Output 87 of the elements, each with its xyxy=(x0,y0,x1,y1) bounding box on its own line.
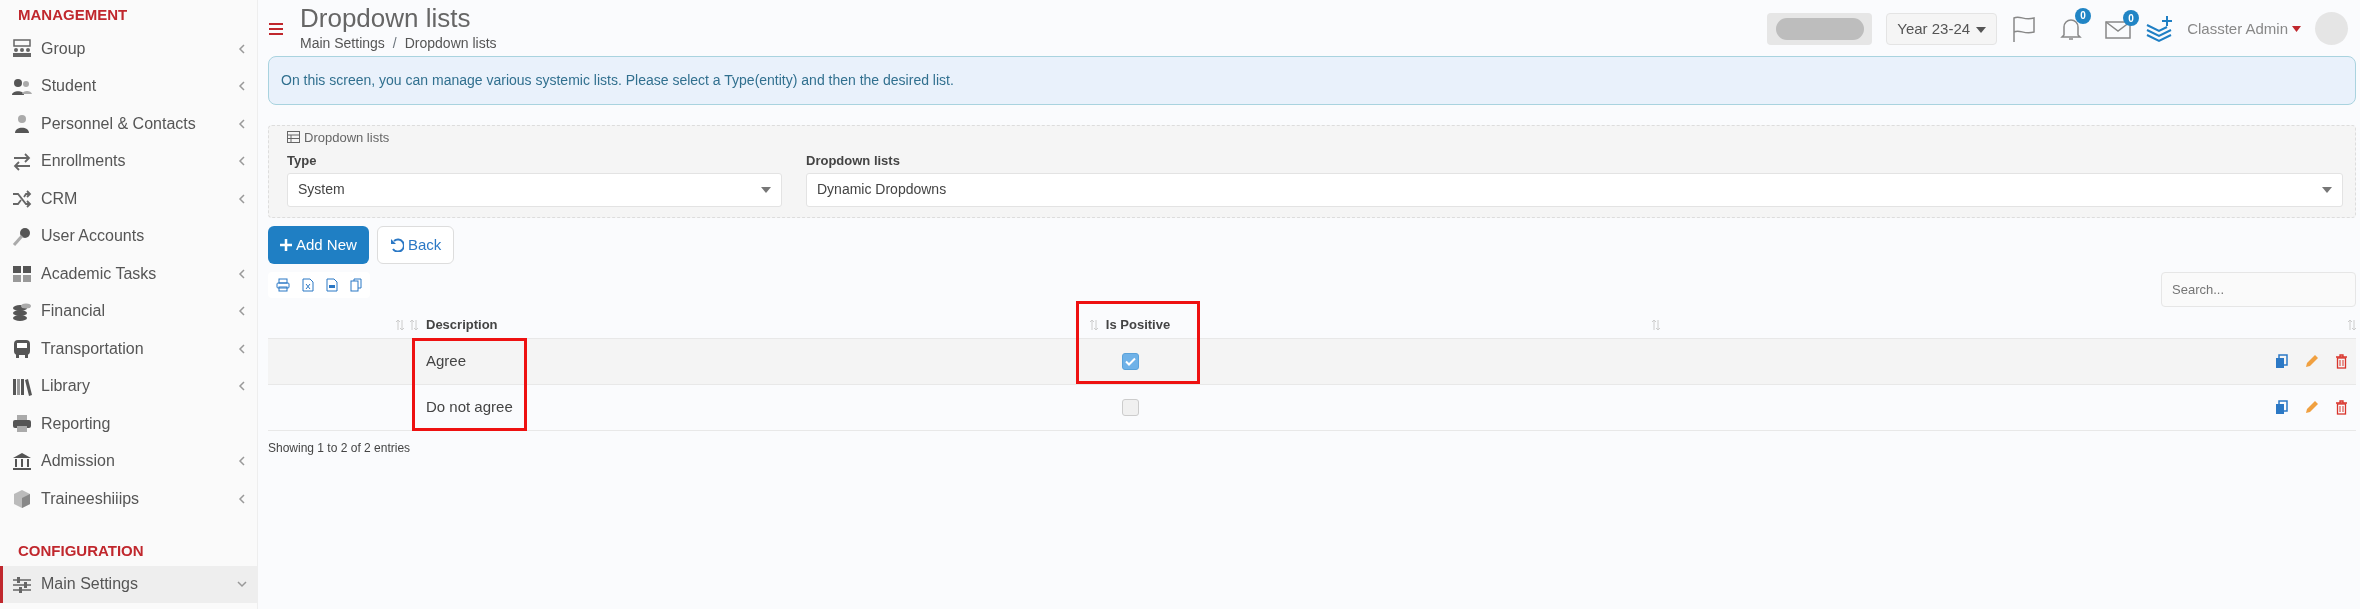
back-button[interactable]: Back xyxy=(376,225,455,265)
field-label: Dropdown lists xyxy=(806,152,901,171)
grid-icon xyxy=(11,263,33,285)
search-field[interactable]: Search... xyxy=(2161,272,2356,308)
breadcrumb-separator: / xyxy=(392,33,397,53)
sidebar-item[interactable]: Financial xyxy=(0,292,257,330)
table-cell-text: Do not agree xyxy=(426,397,513,418)
chevron-icon[interactable] xyxy=(237,81,247,92)
user-name[interactable]: Classter Admin xyxy=(2187,17,2288,41)
chevron-icon[interactable] xyxy=(237,579,247,590)
table-icon xyxy=(287,131,300,144)
chevron-icon[interactable] xyxy=(237,193,247,204)
sidebar-item[interactable]: Library xyxy=(0,367,257,405)
sort-icon[interactable] xyxy=(410,319,418,330)
year-dropdown[interactable]: Year 23-24 xyxy=(1886,12,1998,46)
chevron-icon[interactable] xyxy=(237,118,247,129)
checkbox[interactable] xyxy=(1121,353,1139,371)
sidebar-item[interactable]: Enrollments xyxy=(0,142,257,180)
select-field[interactable]: Dynamic Dropdowns xyxy=(806,172,2343,207)
select-field[interactable]: System xyxy=(287,172,782,207)
notification-count: 0 xyxy=(2075,7,2092,24)
bus-icon xyxy=(11,338,33,360)
sort-icon[interactable] xyxy=(2348,319,2356,330)
cube-icon xyxy=(11,488,33,510)
info-alert: On this screen, you can manage various systemic lists. Please select a Type(entity) and then the desired list. xyxy=(268,55,2356,105)
field-label: Type xyxy=(287,152,318,171)
printer-icon[interactable] xyxy=(276,278,290,293)
menu-icon[interactable] xyxy=(268,21,284,36)
message-count: 0 xyxy=(2123,10,2140,27)
key-icon xyxy=(11,225,33,247)
sidebar-item[interactable]: Personnel & Contacts xyxy=(0,105,257,143)
breadcrumb-item: Dropdown lists xyxy=(404,33,497,53)
entries-info: Showing 1 to 2 of 2 entries xyxy=(268,440,412,458)
sort-icon[interactable] xyxy=(396,319,404,330)
shuffle-icon xyxy=(11,188,33,210)
chevron-icon[interactable] xyxy=(237,43,247,54)
chevron-icon[interactable] xyxy=(237,493,247,504)
trash-icon[interactable] xyxy=(2335,354,2348,370)
check-icon xyxy=(1124,357,1136,367)
chevron-icon[interactable] xyxy=(237,306,247,317)
chevron-icon[interactable] xyxy=(237,156,247,167)
panel-legend: Dropdown lists xyxy=(304,127,390,148)
undo-icon xyxy=(389,237,404,252)
sidebar-item[interactable]: Admission xyxy=(0,442,257,480)
sidebar-item[interactable]: Main Settings xyxy=(0,565,257,603)
chevron-icon[interactable] xyxy=(237,381,247,392)
sidebar-item[interactable]: Transportation xyxy=(0,330,257,368)
caret-icon xyxy=(1976,26,1987,33)
copy-icon[interactable] xyxy=(2275,400,2288,416)
sidebar-item[interactable]: Group xyxy=(0,30,257,68)
spreadsheet-file-icon[interactable] xyxy=(302,278,314,293)
plus-icon xyxy=(280,238,292,251)
sort-icon[interactable] xyxy=(1089,319,1098,330)
pencil-icon[interactable] xyxy=(2304,354,2319,370)
table-cell-text: Agree xyxy=(426,351,467,372)
chevron-icon[interactable] xyxy=(237,456,247,467)
flag-icon[interactable] xyxy=(2011,14,2038,43)
column-header[interactable]: Is Positive xyxy=(1105,314,1171,335)
sidebar-item[interactable]: User Accounts xyxy=(0,217,257,255)
pencil-icon[interactable] xyxy=(2304,400,2319,416)
section-title: MANAGEMENT xyxy=(17,5,129,25)
add-new-button[interactable]: Add New xyxy=(268,225,369,265)
chevron-icon[interactable] xyxy=(237,343,247,354)
document-file-icon[interactable] xyxy=(326,278,338,293)
caret-icon xyxy=(2322,186,2332,193)
sort-icon[interactable] xyxy=(1652,319,1660,330)
sidebar-item[interactable]: Student xyxy=(0,67,257,105)
caret-icon xyxy=(761,186,771,193)
arrows-icon xyxy=(11,150,33,172)
column-header[interactable]: Description xyxy=(426,314,498,335)
sidebar-item[interactable]: Academic Tasks xyxy=(0,255,257,293)
chevron-icon[interactable] xyxy=(237,268,247,279)
sidebar-item[interactable]: CRM xyxy=(0,180,257,218)
caret-icon[interactable] xyxy=(2292,25,2301,32)
layers-plus-icon[interactable] xyxy=(2145,14,2174,43)
sidebar-item[interactable]: Reporting xyxy=(0,405,257,443)
copy-icon[interactable] xyxy=(2275,354,2288,370)
trash-icon[interactable] xyxy=(2335,400,2348,416)
people-group-icon xyxy=(11,38,33,60)
section-title: CONFIGURATION xyxy=(17,540,145,561)
page-title: Dropdown lists xyxy=(300,4,472,33)
copy-icon[interactable] xyxy=(350,278,362,293)
bank-icon xyxy=(11,450,33,472)
printer-icon xyxy=(11,413,33,435)
sidebar-item[interactable]: Traineeshiiips xyxy=(0,480,257,518)
checkbox[interactable] xyxy=(1121,399,1139,417)
breadcrumb-item[interactable]: Main Settings xyxy=(300,32,385,54)
